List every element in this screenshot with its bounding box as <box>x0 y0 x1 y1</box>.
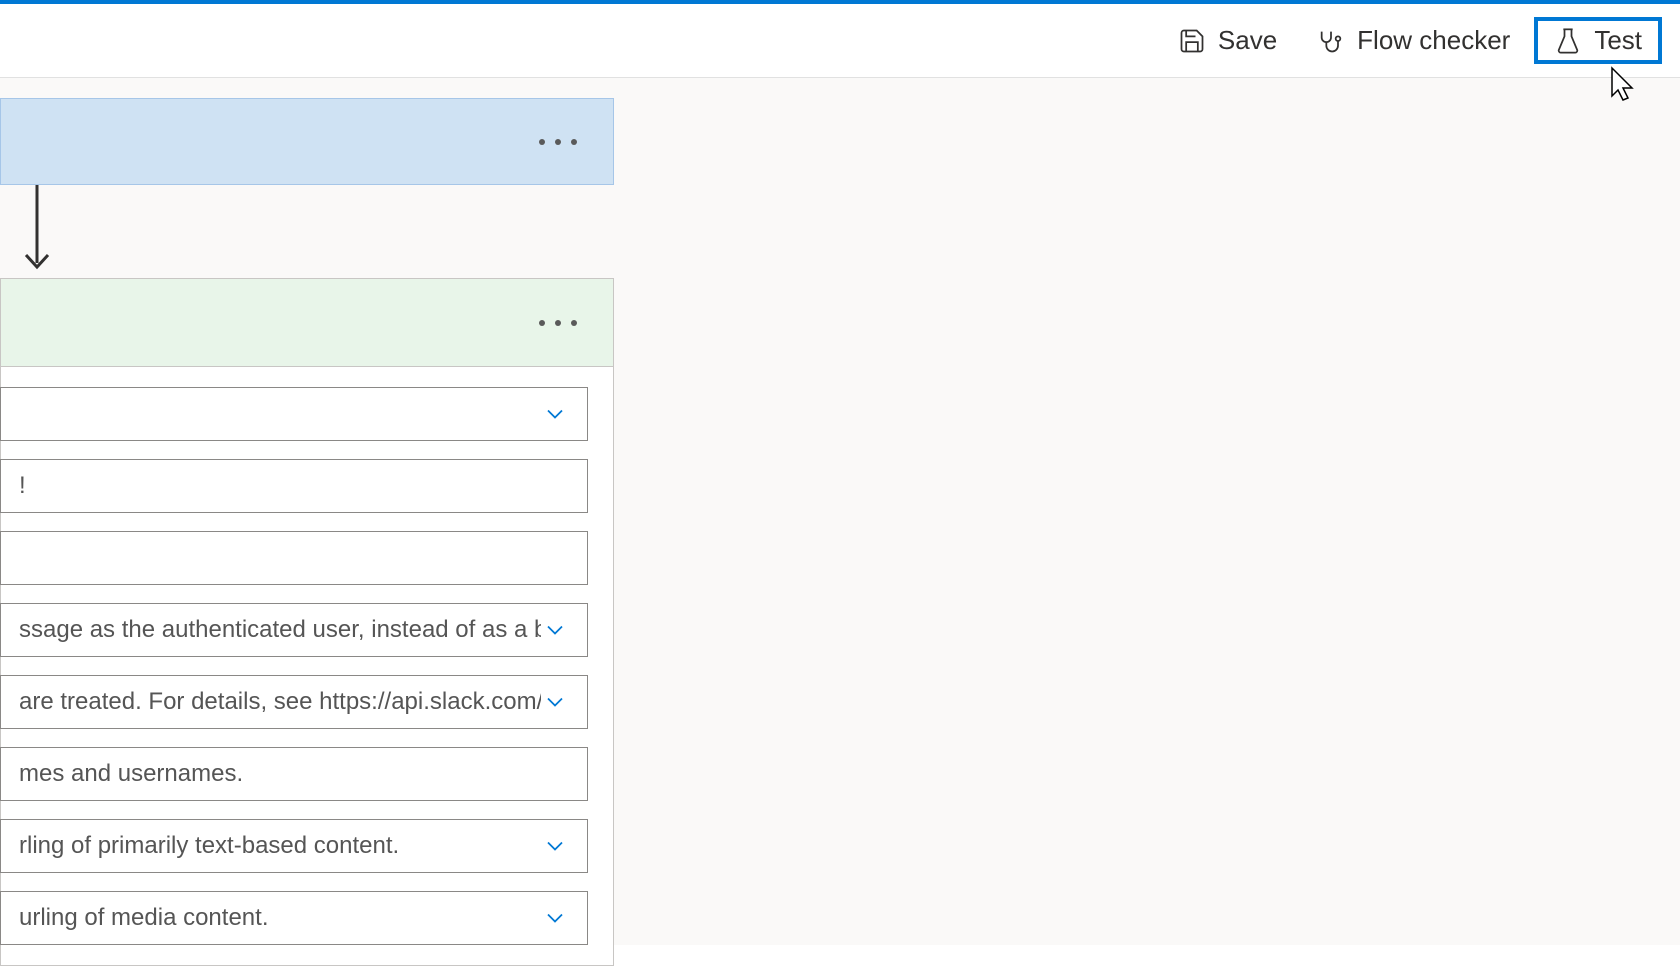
field-text: are treated. For details, see https://ap… <box>19 688 541 716</box>
flask-icon <box>1554 27 1582 55</box>
dropdown-field-4[interactable]: ssage as the authenticated user, instead… <box>0 603 588 657</box>
test-label: Test <box>1594 25 1642 56</box>
field-text: urling of media content. <box>19 904 541 932</box>
flow-checker-button[interactable]: Flow checker <box>1301 17 1526 64</box>
flow-checker-label: Flow checker <box>1357 25 1510 56</box>
dropdown-field-7[interactable]: rling of primarily text-based content. <box>0 819 588 873</box>
save-button[interactable]: Save <box>1162 17 1293 64</box>
field-text: mes and usernames. <box>19 760 569 788</box>
pointer-cursor-icon <box>1608 66 1638 104</box>
action-more-menu[interactable] <box>539 320 577 326</box>
chevron-down-icon <box>541 832 569 860</box>
dropdown-field-8[interactable]: urling of media content. <box>0 891 588 945</box>
save-label: Save <box>1218 25 1277 56</box>
save-icon <box>1178 27 1206 55</box>
chevron-down-icon <box>541 688 569 716</box>
flow-canvas: ! ssage as the authenticated user, inste… <box>0 78 1680 945</box>
text-field-6[interactable]: mes and usernames. <box>0 747 588 801</box>
trigger-more-menu[interactable] <box>539 139 577 145</box>
field-text: ssage as the authenticated user, instead… <box>19 616 541 644</box>
stethoscope-icon <box>1317 27 1345 55</box>
action-card[interactable]: ! ssage as the authenticated user, inste… <box>0 278 614 966</box>
dropdown-field-1[interactable] <box>0 387 588 441</box>
text-field-3[interactable] <box>0 531 588 585</box>
chevron-down-icon <box>541 400 569 428</box>
test-button[interactable]: Test <box>1534 17 1662 64</box>
toolbar: Save Flow checker Test <box>0 4 1680 78</box>
field-text: ! <box>19 472 569 500</box>
chevron-down-icon <box>541 904 569 932</box>
action-card-header[interactable] <box>1 279 613 367</box>
text-field-2[interactable]: ! <box>0 459 588 513</box>
dropdown-field-5[interactable]: are treated. For details, see https://ap… <box>0 675 588 729</box>
action-form: ! ssage as the authenticated user, inste… <box>1 367 613 965</box>
trigger-card[interactable] <box>0 98 614 185</box>
chevron-down-icon <box>541 616 569 644</box>
field-text: rling of primarily text-based content. <box>19 832 541 860</box>
flow-arrow-icon <box>20 185 54 275</box>
